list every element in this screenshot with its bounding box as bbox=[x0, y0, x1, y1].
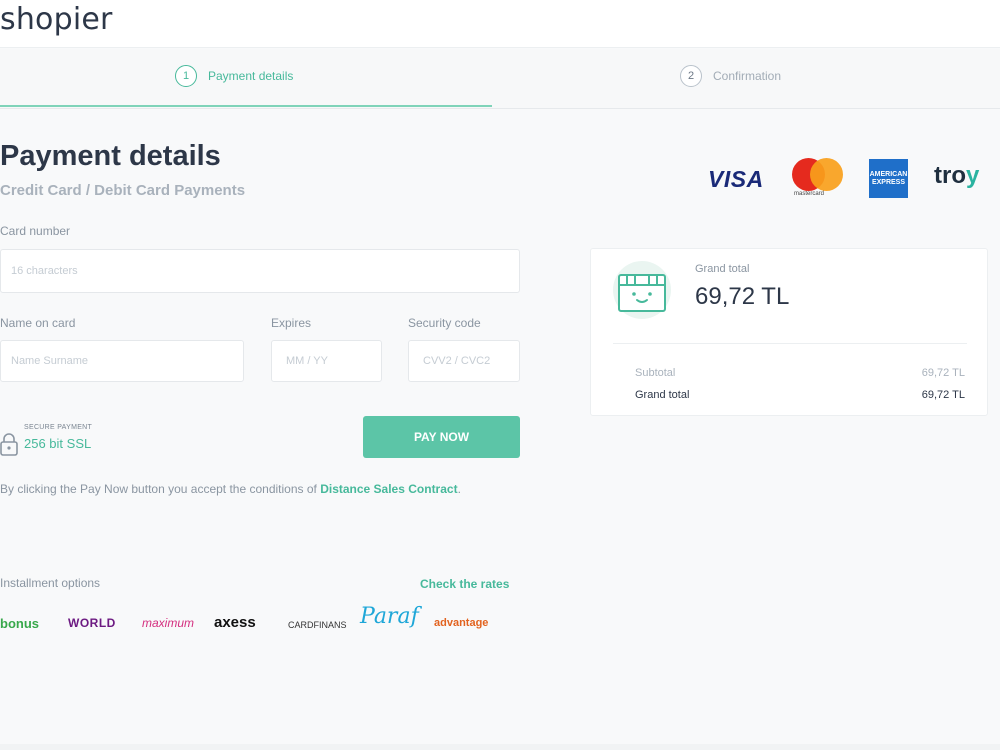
mastercard-logo: mastercard bbox=[792, 158, 846, 200]
troy-logo: troy bbox=[934, 162, 979, 190]
step-payment-details[interactable]: 1 Payment details bbox=[175, 65, 293, 87]
world-logo: WORLD bbox=[68, 616, 116, 630]
page-subtitle: Credit Card / Debit Card Payments bbox=[0, 182, 246, 199]
terms-text: By clicking the Pay Now button you accep… bbox=[0, 480, 520, 498]
maximum-logo: maximum bbox=[142, 616, 195, 630]
ssl-text: 256 bit SSL bbox=[24, 436, 92, 451]
step-confirmation[interactable]: 2 Confirmation bbox=[680, 65, 781, 87]
troy-main-text: tro bbox=[934, 162, 966, 189]
advantage-logo: advantage bbox=[434, 617, 489, 629]
mastercard-wordmark: mastercard bbox=[794, 191, 825, 197]
bonus-logo: bonus bbox=[0, 616, 39, 631]
grand-total-row-label: Grand total bbox=[635, 389, 690, 401]
page-footer-strip bbox=[0, 744, 1000, 750]
active-step-indicator bbox=[0, 105, 492, 107]
terms-prefix: By clicking the Pay Now button you accep… bbox=[0, 482, 321, 496]
grand-total-row-value: 69,72 TL bbox=[921, 389, 965, 401]
grand-total-row: Grand total 69,72 TL bbox=[635, 389, 965, 401]
troy-accent-text: y bbox=[966, 162, 980, 189]
secure-payment-caption: SECURE PAYMENT bbox=[24, 424, 93, 431]
paraf-logo: Paraf bbox=[360, 604, 419, 629]
card-number-label: Card number bbox=[0, 224, 71, 238]
name-on-card-label: Name on card bbox=[0, 316, 76, 330]
lock-icon bbox=[0, 433, 18, 456]
visa-logo: VISA bbox=[708, 166, 764, 192]
cardfinans-logo: CARDFINANS bbox=[288, 620, 347, 630]
installment-options-label: Installment options bbox=[0, 576, 101, 590]
checkout-steps: 1 Payment details 2 Confirmation bbox=[0, 49, 1000, 109]
order-summary-card: Grand total 69,72 TL Subtotal 69,72 TL G… bbox=[590, 248, 988, 416]
expires-input[interactable]: MM / YY bbox=[271, 340, 382, 382]
secure-payment-badge: SECURE PAYMENT 256 bit SSL bbox=[0, 422, 140, 458]
grand-total-value: 69,72 TL bbox=[695, 283, 790, 310]
security-code-label: Security code bbox=[408, 316, 481, 330]
grand-total-label: Grand total bbox=[695, 263, 750, 275]
step-number-icon: 1 bbox=[175, 65, 197, 87]
amex-logo: AMERICAN EXPRESS bbox=[869, 159, 908, 198]
security-code-input[interactable]: CVV2 / CVC2 bbox=[408, 340, 520, 382]
page-title: Payment details bbox=[0, 140, 221, 172]
step-label: Confirmation bbox=[713, 69, 782, 83]
subtotal-value: 69,72 TL bbox=[921, 367, 965, 379]
subtotal-row: Subtotal 69,72 TL bbox=[635, 367, 965, 379]
step-number-icon: 2 bbox=[680, 65, 702, 87]
terms-suffix: . bbox=[457, 482, 461, 496]
step-label: Payment details bbox=[208, 69, 294, 83]
mastercard-orange-circle bbox=[810, 158, 843, 191]
distance-sales-contract-link[interactable]: Distance Sales Contract bbox=[320, 482, 457, 496]
name-on-card-input[interactable]: Name Surname bbox=[0, 340, 244, 382]
bank-logos: bonus WORLD maximum axess CARDFINANS Par… bbox=[0, 604, 520, 644]
expires-label: Expires bbox=[271, 316, 312, 330]
top-bar: shopier bbox=[0, 0, 1000, 48]
card-number-input[interactable]: 16 characters bbox=[0, 249, 520, 293]
pay-now-button[interactable]: PAY NOW bbox=[363, 416, 520, 458]
basket-smile-icon bbox=[613, 261, 671, 319]
summary-divider bbox=[613, 343, 967, 344]
axess-logo: axess bbox=[214, 614, 256, 631]
subtotal-label: Subtotal bbox=[635, 367, 676, 379]
card-brand-logos: VISA mastercard AMERICAN EXPRESS troy bbox=[708, 156, 990, 200]
basket-icon-graphic bbox=[618, 274, 666, 312]
check-rates-link[interactable]: Check the rates bbox=[420, 577, 509, 591]
shopier-logo[interactable]: shopier bbox=[0, 2, 113, 37]
